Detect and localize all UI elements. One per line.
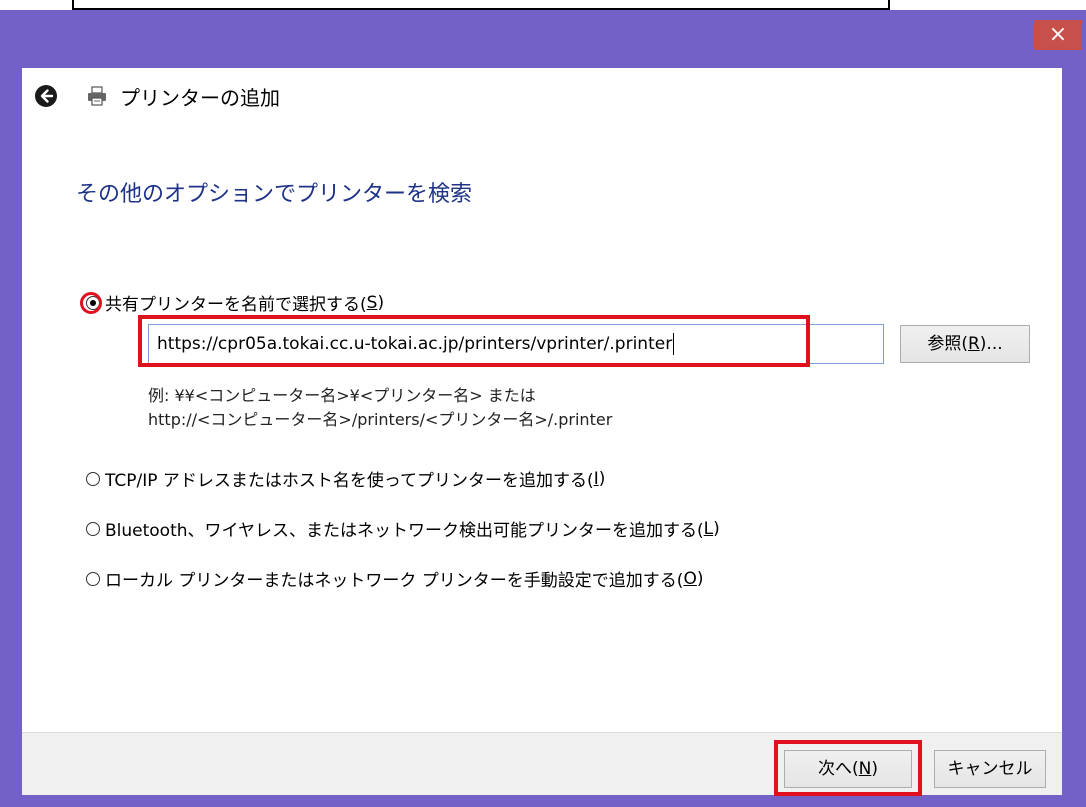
option-label-end: ): [696, 568, 704, 589]
title-bar: ×: [0, 10, 1086, 60]
option-local-manual[interactable]: ローカル プリンターまたはネットワーク プリンターを手動設定で追加する(O): [86, 566, 703, 591]
next-highlight-box: [774, 740, 922, 796]
browse-label: 参照(: [927, 334, 968, 354]
option-label-end: ): [377, 292, 385, 313]
option-shared-printer[interactable]: 共有プリンターを名前で選択する(S): [80, 290, 385, 315]
radio-tcpip[interactable]: [86, 471, 100, 486]
browse-button[interactable]: 参照(R)...: [900, 325, 1030, 363]
example-line-2: http://<コンピューター名>/printers/<プリンター名>/.pri…: [148, 410, 613, 429]
page-heading: その他のオプションでプリンターを検索: [76, 182, 473, 207]
browse-label-end: )...: [979, 334, 1003, 354]
option-label-end: ): [713, 518, 720, 539]
browse-accesskey: R: [967, 334, 980, 354]
radio-highlight-box: [80, 291, 102, 314]
add-printer-window: × プリンターの追加 その他のオプションでプリンターを検索 共有プリンターを名前…: [0, 10, 1086, 807]
radio-bluetooth-wireless[interactable]: [86, 521, 100, 536]
option-accesskey: S: [366, 292, 378, 313]
option-tcpip[interactable]: TCP/IP アドレスまたはホスト名を使ってプリンターを追加する(I): [86, 466, 605, 491]
example-line-1: 例: ¥¥<コンピューター名>¥<プリンター名> または: [148, 386, 536, 405]
option-accesskey: L: [703, 518, 714, 539]
option-label: 共有プリンターを名前で選択する(: [105, 295, 367, 315]
close-button[interactable]: ×: [1034, 20, 1082, 50]
cancel-button[interactable]: キャンセル: [934, 750, 1046, 788]
option-label: ローカル プリンターまたはネットワーク プリンターを手動設定で追加する(: [105, 571, 684, 591]
dialog-client-area: プリンターの追加 その他のオプションでプリンターを検索 共有プリンターを名前で選…: [22, 68, 1062, 796]
example-hint: 例: ¥¥<コンピューター名>¥<プリンター名> または http://<コンピ…: [148, 384, 612, 432]
printer-icon: [88, 86, 106, 106]
option-label: Bluetooth、ワイヤレス、またはネットワーク検出可能プリンターを追加する(: [105, 521, 704, 541]
option-label-end: ): [598, 468, 606, 489]
input-highlight-box: [138, 315, 810, 367]
option-label: TCP/IP アドレスまたはホスト名を使ってプリンターを追加する(: [105, 471, 594, 491]
clipped-top-field: [72, 0, 890, 10]
radio-local-manual[interactable]: [86, 571, 100, 586]
close-icon: ×: [1048, 22, 1068, 47]
cancel-label: キャンセル: [947, 759, 1033, 779]
option-accesskey: O: [683, 568, 697, 589]
back-arrow-icon[interactable]: [34, 84, 58, 108]
option-bluetooth-wireless[interactable]: Bluetooth、ワイヤレス、またはネットワーク検出可能プリンターを追加する(…: [86, 516, 720, 541]
navigation-bar: プリンターの追加: [22, 68, 1062, 126]
window-title: プリンターの追加: [120, 86, 280, 110]
